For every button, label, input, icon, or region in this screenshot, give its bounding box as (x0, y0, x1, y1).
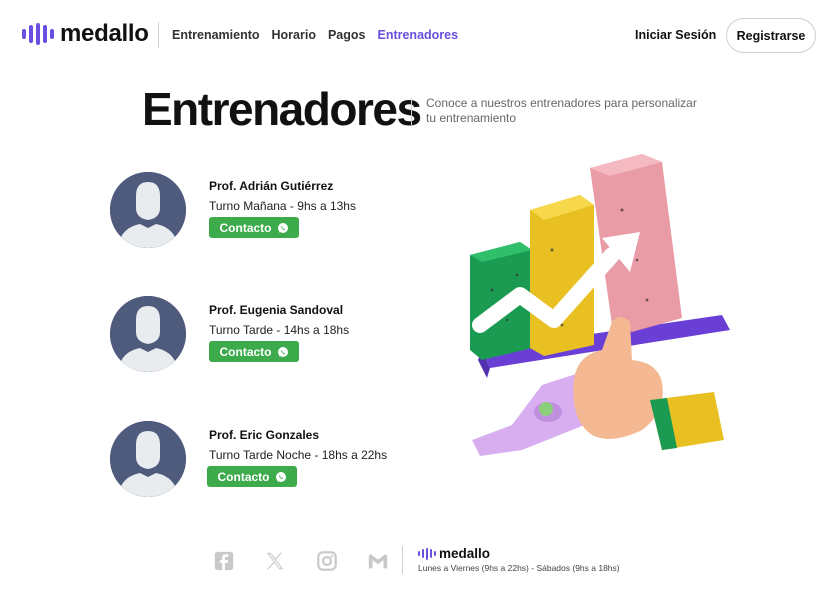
whatsapp-icon (277, 346, 288, 357)
nav-link-horario[interactable]: Horario (272, 28, 316, 42)
nav-link-entrenadores[interactable]: Entrenadores (377, 28, 458, 42)
gmail-icon[interactable] (367, 550, 389, 572)
brand-logo[interactable]: medallo (22, 20, 149, 48)
page-subtitle: Conoce a nuestros entrenadores para pers… (426, 96, 697, 125)
user-silhouette-icon (110, 421, 186, 497)
avatar (110, 296, 186, 372)
top-nav: medallo Entrenamiento Horario Pagos Entr… (0, 0, 839, 70)
register-button[interactable]: Registrarse (726, 18, 816, 53)
nav-divider (158, 22, 159, 48)
trainer-shift: Turno Tarde Noche - 18hs a 22hs (209, 448, 388, 462)
footer-divider (402, 546, 403, 574)
title-divider (411, 98, 412, 125)
avatar (110, 421, 186, 497)
login-link[interactable]: Iniciar Sesión (635, 28, 716, 42)
trainer-card: Prof. Eugenia Sandoval Turno Tarde - 14h… (110, 296, 430, 374)
nav-link-entrenamiento[interactable]: Entrenamiento (172, 28, 260, 42)
trainer-card: Prof. Adrián Gutiérrez Turno Mañana - 9h… (110, 172, 430, 250)
trainer-name: Prof. Eric Gonzales (209, 428, 320, 442)
logo-icon (418, 547, 436, 560)
trainer-card: Prof. Eric Gonzales Turno Tarde Noche - … (110, 421, 430, 499)
logo-icon (22, 23, 54, 45)
brand-name: medallo (60, 20, 149, 47)
nav-link-pagos[interactable]: Pagos (328, 28, 366, 42)
instagram-icon[interactable] (316, 550, 338, 572)
contact-label: Contacto (219, 344, 272, 359)
whatsapp-icon (275, 471, 286, 482)
footer-logo[interactable]: medallo (418, 546, 490, 561)
page-title: Entrenadores (142, 83, 422, 135)
contact-label: Contacto (219, 220, 272, 235)
user-silhouette-icon (110, 172, 186, 248)
trainer-shift: Turno Mañana - 9hs a 13hs (209, 199, 356, 213)
contact-button[interactable]: Contacto (209, 341, 299, 362)
contact-button[interactable]: Contacto (207, 466, 297, 487)
facebook-icon[interactable] (213, 550, 235, 572)
nav-links: Entrenamiento Horario Pagos Entrenadores (172, 28, 458, 42)
opening-hours: Lunes a Viernes (9hs a 22hs) - Sábados (… (418, 563, 620, 573)
contact-button[interactable]: Contacto (209, 217, 299, 238)
footer-brand-name: medallo (439, 546, 491, 561)
trainer-name: Prof. Eugenia Sandoval (209, 303, 344, 317)
trainer-name: Prof. Adrián Gutiérrez (209, 179, 334, 193)
trainer-shift: Turno Tarde - 14hs a 18hs (209, 323, 350, 337)
growth-chart-illustration (470, 154, 730, 456)
user-silhouette-icon (110, 296, 186, 372)
whatsapp-icon (277, 222, 288, 233)
x-icon[interactable] (264, 550, 286, 572)
contact-label: Contacto (217, 469, 270, 484)
avatar (110, 172, 186, 248)
